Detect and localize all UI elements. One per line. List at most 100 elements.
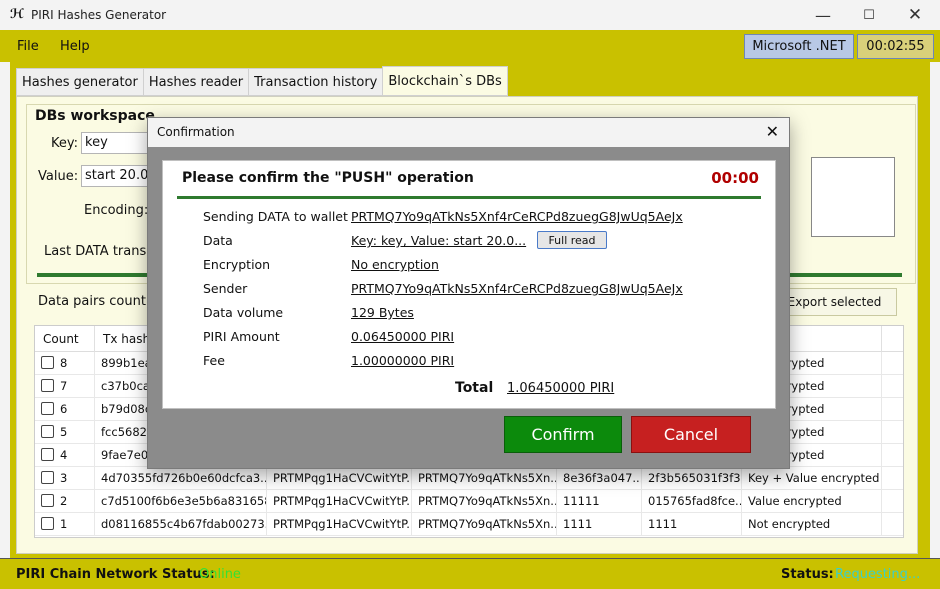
status-value: Requesting... — [835, 567, 921, 582]
field-value-volume[interactable]: 129 Bytes — [351, 305, 414, 320]
row-checkbox[interactable] — [41, 356, 54, 369]
row-checkbox[interactable] — [41, 402, 54, 415]
field-value-sender[interactable]: PRTMQ7Yo9qATkNs5Xnf4rCeRCPd8zuegG8JwUq5A… — [351, 281, 683, 296]
cell-count: 5 — [35, 421, 95, 444]
menu-file[interactable]: File — [17, 39, 39, 54]
cancel-button[interactable]: Cancel — [631, 416, 751, 453]
cell-status: Key + Value encrypted — [742, 467, 882, 490]
menu-bar: File Help Microsoft .NET 00:02:55 — [0, 30, 940, 62]
cell-tx: 4d70355fd726b0e60dcfca3... — [95, 467, 267, 490]
field-value-wallet[interactable]: PRTMQ7Yo9qATkNs5Xnf4rCeRCPd8zuegG8JwUq5A… — [351, 209, 683, 224]
row-checkbox[interactable] — [41, 425, 54, 438]
row-checkbox[interactable] — [41, 494, 54, 507]
field-label-fee: Fee — [203, 353, 225, 368]
network-status-value: Online — [199, 567, 241, 582]
tab-hashes-generator[interactable]: Hashes generator — [16, 68, 143, 96]
key-label: Key: — [51, 136, 79, 151]
qr-preview — [811, 157, 895, 237]
row-checkbox[interactable] — [41, 379, 54, 392]
field-value-fee[interactable]: 1.00000000 PIRI — [351, 353, 454, 368]
cell-c4: PRTMQ7Yo9qATkNs5Xn... — [412, 513, 557, 536]
row-count: 8 — [60, 356, 68, 370]
dialog-close-icon[interactable]: ✕ — [766, 122, 779, 141]
cell-c4: PRTMQ7Yo9qATkNs5Xn... — [412, 467, 557, 490]
row-checkbox[interactable] — [41, 448, 54, 461]
row-checkbox[interactable] — [41, 471, 54, 484]
status-bar: PIRI Chain Network Status: Online Status… — [0, 558, 940, 589]
value-input[interactable]: start 20.09 — [81, 165, 151, 187]
cell-c6: 015765fad8fce... — [642, 490, 742, 513]
tab-strip: Hashes generator Hashes reader Transacti… — [16, 66, 508, 96]
dialog-divider — [177, 196, 761, 199]
menu-help[interactable]: Help — [60, 39, 90, 54]
table-row[interactable]: 1 d08116855c4b67fdab00273... PRTMPqg1HaCVC… — [35, 513, 903, 536]
key-input[interactable]: key — [81, 132, 151, 154]
title-bar: ℋ PIRI Hashes Generator — ☐ ✕ — [0, 0, 940, 30]
pairs-count-label: Data pairs count: — [38, 294, 151, 309]
cell-count: 3 — [35, 467, 95, 490]
encoding-label: Encoding: — [84, 203, 149, 218]
field-value-encryption[interactable]: No encryption — [351, 257, 439, 272]
field-label-volume: Data volume — [203, 305, 284, 320]
row-count: 5 — [60, 425, 68, 439]
cell-count: 4 — [35, 444, 95, 467]
row-count: 4 — [60, 448, 68, 462]
cell-c5: 8e36f3a047... — [557, 467, 642, 490]
cell-count: 6 — [35, 398, 95, 421]
cell-count: 7 — [35, 375, 95, 398]
table-row[interactable]: 3 4d70355fd726b0e60dcfca3... PRTMPqg1HaCVC… — [35, 467, 903, 490]
cell-count: 1 — [35, 513, 95, 536]
dialog-title-bar: Confirmation ✕ — [148, 118, 789, 147]
cell-c4: PRTMQ7Yo9qATkNs5Xn... — [412, 490, 557, 513]
field-label-wallet: Sending DATA to wallet — [203, 209, 348, 224]
cell-status: Not encrypted — [742, 513, 882, 536]
cell-count: 8 — [35, 352, 95, 375]
total-label: Total — [455, 380, 494, 396]
close-icon[interactable]: ✕ — [892, 0, 938, 30]
workspace-title: DBs workspace — [33, 108, 157, 124]
status-label: Status: — [781, 567, 834, 582]
confirm-button[interactable]: Confirm — [504, 416, 622, 453]
value-label: Value: — [38, 169, 79, 184]
maximize-icon[interactable]: ☐ — [846, 0, 892, 30]
dialog-timer: 00:00 — [711, 169, 759, 187]
cell-c5: 11111 — [557, 490, 642, 513]
window-title: PIRI Hashes Generator — [31, 8, 167, 22]
dotnet-badge: Microsoft .NET — [744, 34, 854, 59]
cell-c3: PRTMPqg1HaCVCwitYtP... — [267, 513, 412, 536]
app-logo-icon: ℋ — [10, 7, 24, 22]
cell-tx: d08116855c4b67fdab00273... — [95, 513, 267, 536]
row-count: 3 — [60, 471, 68, 485]
cell-c6: 1111 — [642, 513, 742, 536]
export-selected-button[interactable]: Export selected — [772, 288, 897, 316]
field-value-amount[interactable]: 0.06450000 PIRI — [351, 329, 454, 344]
col-count[interactable]: Count — [35, 326, 95, 352]
dialog-content: Please confirm the "PUSH" operation 00:0… — [162, 160, 776, 409]
row-count: 7 — [60, 379, 68, 393]
cell-status: Value encrypted — [742, 490, 882, 513]
row-checkbox[interactable] — [41, 517, 54, 530]
last-tx-label: Last DATA transa — [44, 244, 155, 259]
session-timer: 00:02:55 — [857, 34, 934, 59]
dialog-title: Confirmation — [157, 125, 235, 139]
full-read-button[interactable]: Full read — [537, 231, 607, 249]
field-label-sender: Sender — [203, 281, 248, 296]
tab-blockchain-dbs[interactable]: Blockchain`s DBs — [382, 66, 508, 96]
table-row[interactable]: 2 c7d5100f6b6e3e5b6a831658... PRTMPqg1HaCV… — [35, 490, 903, 513]
confirmation-dialog: Confirmation ✕ Please confirm the "PUSH"… — [147, 117, 790, 469]
total-value[interactable]: 1.06450000 PIRI — [507, 381, 614, 396]
cell-c3: PRTMPqg1HaCVCwitYtP... — [267, 467, 412, 490]
row-count: 2 — [60, 494, 68, 508]
tab-transaction-history[interactable]: Transaction history — [248, 68, 383, 96]
field-label-encryption: Encryption — [203, 257, 271, 272]
cell-count: 2 — [35, 490, 95, 513]
field-label-amount: PIRI Amount — [203, 329, 280, 344]
cell-c5: 1111 — [557, 513, 642, 536]
minimize-icon[interactable]: — — [800, 0, 846, 30]
cell-c6: 2f3b565031f3f3... — [642, 467, 742, 490]
tab-hashes-reader[interactable]: Hashes reader — [142, 68, 249, 96]
row-count: 6 — [60, 402, 68, 416]
cell-tx: c7d5100f6b6e3e5b6a831658... — [95, 490, 267, 513]
field-label-data: Data — [203, 233, 233, 248]
field-value-data[interactable]: Key: key, Value: start 20.0... — [351, 233, 526, 248]
